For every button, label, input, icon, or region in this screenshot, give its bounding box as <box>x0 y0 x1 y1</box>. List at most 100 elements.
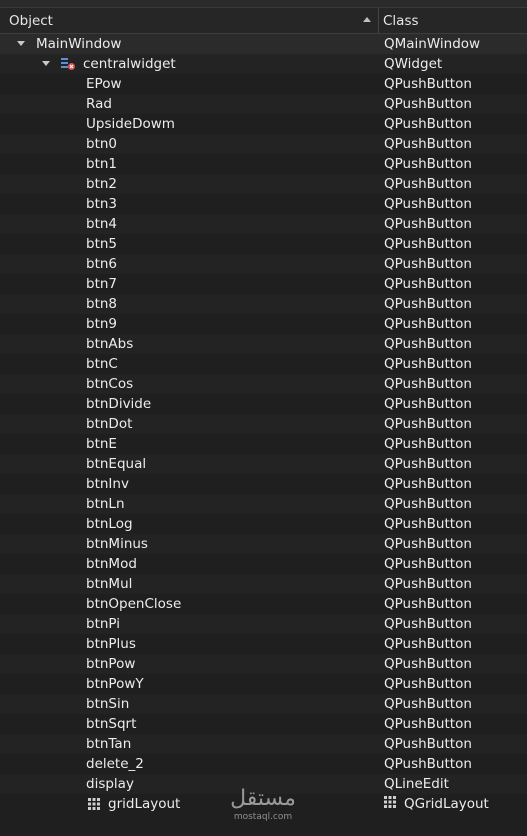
mostaql-watermark: مستقل mostaql.com <box>228 788 298 824</box>
class-column-header[interactable]: Class <box>379 8 419 33</box>
class-cell: QPushButton <box>384 314 472 334</box>
object-cell: btn4 <box>0 214 379 234</box>
expanded-chevron-icon[interactable] <box>16 40 26 48</box>
tree-row[interactable]: btn9 QPushButton <box>0 314 527 334</box>
object-cell: btnCos <box>0 374 379 394</box>
tree-row[interactable]: btnCos QPushButton <box>0 374 527 394</box>
object-cell: gridLayout <box>0 794 379 814</box>
tree-row[interactable]: btnC QPushButton <box>0 354 527 374</box>
object-cell: btnSqrt <box>0 714 379 734</box>
tree-row[interactable]: btn7 QPushButton <box>0 274 527 294</box>
class-name: QPushButton <box>384 196 472 212</box>
class-name: QPushButton <box>384 216 472 232</box>
tree-row[interactable]: btnEqual QPushButton <box>0 454 527 474</box>
object-cell: btnInv <box>0 474 379 494</box>
tree-row[interactable]: btnE QPushButton <box>0 434 527 454</box>
object-cell: btn0 <box>0 134 379 154</box>
tree-row[interactable]: EPow QPushButton <box>0 74 527 94</box>
watermark-latin: mostaql.com <box>233 812 293 822</box>
tree-row[interactable]: btnPlus QPushButton <box>0 634 527 654</box>
object-name: btn3 <box>86 196 118 212</box>
tree-row[interactable]: btnAbs QPushButton <box>0 334 527 354</box>
class-name: QPushButton <box>384 136 472 152</box>
tree-row[interactable]: btn0 QPushButton <box>0 134 527 154</box>
class-name: QPushButton <box>384 356 472 372</box>
tree-row[interactable]: centralwidget QWidget <box>0 54 527 74</box>
class-name: QPushButton <box>384 556 472 572</box>
object-cell: btnPlus <box>0 634 379 654</box>
tree-row[interactable]: UpsideDowm QPushButton <box>0 114 527 134</box>
object-name: btnPow <box>86 656 136 672</box>
watermark-arabic: مستقل <box>230 786 296 811</box>
tree-row[interactable]: btnInv QPushButton <box>0 474 527 494</box>
tree-row[interactable]: btnMod QPushButton <box>0 554 527 574</box>
object-name: btnEqual <box>86 456 147 472</box>
class-name: QPushButton <box>384 296 472 312</box>
tree-row[interactable]: btnTan QPushButton <box>0 734 527 754</box>
tree-row[interactable]: btnSin QPushButton <box>0 694 527 714</box>
class-cell: QPushButton <box>384 474 472 494</box>
object-cell: centralwidget <box>0 54 379 74</box>
object-cell: UpsideDowm <box>0 114 379 134</box>
object-cell: btnOpenClose <box>0 594 379 614</box>
widget-icon <box>60 57 76 75</box>
tree-row[interactable]: btnMinus QPushButton <box>0 534 527 554</box>
class-cell: QLineEdit <box>384 774 449 794</box>
object-name: btnOpenClose <box>86 596 182 612</box>
object-name: Rad <box>86 96 112 112</box>
tree-row[interactable]: btn1 QPushButton <box>0 154 527 174</box>
object-name: display <box>86 776 134 792</box>
tree-row[interactable]: btnDot QPushButton <box>0 414 527 434</box>
class-cell: QPushButton <box>384 454 472 474</box>
tree-row[interactable]: btn6 QPushButton <box>0 254 527 274</box>
object-name: btnDivide <box>86 396 152 412</box>
tree-row[interactable]: btnPow QPushButton <box>0 654 527 674</box>
tree-row[interactable]: btnPowY QPushButton <box>0 674 527 694</box>
object-cell: btnSin <box>0 694 379 714</box>
grid-layout-icon <box>88 798 100 814</box>
object-name: btn0 <box>86 136 118 152</box>
object-cell: display <box>0 774 379 794</box>
class-name: QPushButton <box>384 756 472 772</box>
object-inspector: Object Class MainWindow QMainWindow centra… <box>0 0 527 836</box>
object-cell: btn9 <box>0 314 379 334</box>
tree-row[interactable]: btnLog QPushButton <box>0 514 527 534</box>
object-cell: btnC <box>0 354 379 374</box>
class-name: QPushButton <box>384 716 472 732</box>
object-name: btnDot <box>86 416 133 432</box>
class-cell: QPushButton <box>384 734 472 754</box>
tree-row[interactable]: btnSqrt QPushButton <box>0 714 527 734</box>
tree-row[interactable]: btnDivide QPushButton <box>0 394 527 414</box>
object-cell: btn7 <box>0 274 379 294</box>
object-cell: btnMod <box>0 554 379 574</box>
object-cell: btnAbs <box>0 334 379 354</box>
tree-row[interactable]: btnPi QPushButton <box>0 614 527 634</box>
tree-row[interactable]: btn2 QPushButton <box>0 174 527 194</box>
object-name: btnPlus <box>86 636 136 652</box>
object-header-label: Object <box>9 12 53 29</box>
tree-row[interactable]: Rad QPushButton <box>0 94 527 114</box>
class-cell: QPushButton <box>384 74 472 94</box>
class-cell: QGridLayout <box>384 794 489 814</box>
tree-row[interactable]: btn3 QPushButton <box>0 194 527 214</box>
tree-header: Object Class <box>0 8 527 34</box>
tree-row[interactable]: btn4 QPushButton <box>0 214 527 234</box>
tree-row[interactable]: delete_2 QPushButton <box>0 754 527 774</box>
grid-layout-icon <box>384 796 396 812</box>
class-name: QPushButton <box>384 256 472 272</box>
tree-row[interactable]: btnMul QPushButton <box>0 574 527 594</box>
object-column-header[interactable]: Object <box>0 8 379 33</box>
expanded-chevron-icon[interactable] <box>41 60 51 68</box>
class-cell: QPushButton <box>384 214 472 234</box>
tree-row[interactable]: MainWindow QMainWindow <box>0 34 527 54</box>
class-cell: QPushButton <box>384 174 472 194</box>
class-cell: QPushButton <box>384 714 472 734</box>
tree-row[interactable]: btnLn QPushButton <box>0 494 527 514</box>
object-name: btnTan <box>86 736 132 752</box>
object-name: btnMinus <box>86 536 148 552</box>
tree-row[interactable]: btn8 QPushButton <box>0 294 527 314</box>
tree-row[interactable]: btnOpenClose QPushButton <box>0 594 527 614</box>
class-header-label: Class <box>383 12 419 29</box>
tree-row[interactable]: btn5 QPushButton <box>0 234 527 254</box>
object-name: btn7 <box>86 276 118 292</box>
